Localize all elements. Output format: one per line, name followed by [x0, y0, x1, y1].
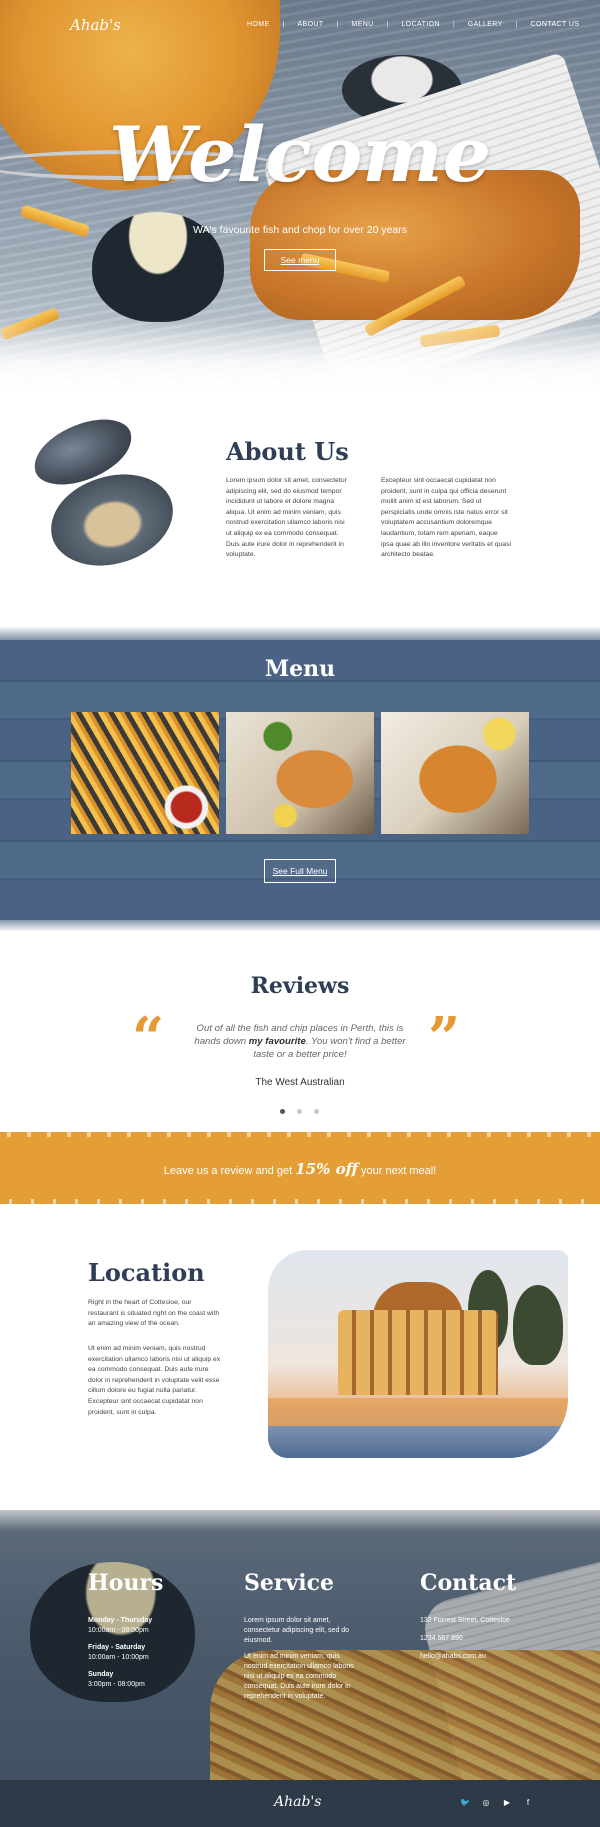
promo-text: Leave us a review and get 15% off your n… — [0, 1160, 600, 1178]
service-text: Lorem ipsum dolor sit amet, consectetur … — [244, 1616, 362, 1702]
nav-contact-us[interactable]: CONTACT US — [518, 21, 593, 28]
service-intro: Lorem ipsum dolor sit amet, consectetur … — [244, 1617, 350, 1644]
hours-title: Hours — [88, 1570, 164, 1596]
footer-logo[interactable]: Ahab's — [274, 1794, 321, 1810]
brand-logo[interactable]: Ahab's — [70, 16, 121, 34]
review-quote: Out of all the fish and chip places in P… — [190, 1022, 410, 1062]
close-quote-icon: ” — [428, 1005, 461, 1071]
service-title: Service — [244, 1570, 335, 1596]
facebook-icon[interactable]: f — [523, 1798, 533, 1808]
location-title: Location — [88, 1258, 205, 1287]
hours-day: Sunday — [88, 1671, 114, 1678]
hours-row: Sunday — [88, 1670, 208, 1680]
instagram-icon[interactable]: ◎ — [481, 1798, 491, 1808]
youtube-icon[interactable]: ▶ — [502, 1798, 512, 1808]
fries-with-sauce-photo[interactable] — [71, 712, 219, 834]
photo-tree — [513, 1285, 563, 1365]
review-source: The West Australian — [255, 1077, 345, 1088]
hours-list: Monday - Thursday 10:00am - 08:00pm Frid… — [88, 1616, 208, 1690]
location-text: Ut enim ad minim veniam, quis nostrud ex… — [88, 1345, 221, 1416]
nav-separator: | — [282, 21, 285, 28]
carousel-dot[interactable] — [280, 1109, 285, 1114]
photo-sea — [268, 1426, 568, 1458]
contact-details: 132 Forrest Street, Cottesloe 1234 567 8… — [420, 1616, 560, 1662]
about-title: About Us — [226, 437, 349, 466]
nav-separator: | — [386, 21, 389, 28]
hours-time: 10:00am - 10:00pm — [88, 1654, 149, 1661]
nav-separator: | — [452, 21, 455, 28]
about-text-col1: Lorem ipsum dolor sit amet, consectetur … — [226, 477, 347, 559]
review-carousel-dots — [280, 1109, 319, 1114]
carousel-dot[interactable] — [297, 1109, 302, 1114]
nav-separator: | — [336, 21, 339, 28]
nav-about[interactable]: ABOUT — [284, 21, 336, 28]
twitter-icon[interactable]: 🐦 — [460, 1798, 470, 1808]
fish-and-chips-plate-photo[interactable] — [226, 712, 374, 834]
about-text-col2: Excepteur sint occaecat cupidatat non pr… — [381, 477, 511, 559]
hours-day: Friday - Saturday — [88, 1644, 146, 1651]
nav-location[interactable]: LOCATION — [388, 21, 452, 28]
hours-time: 10:00am - 08:00pm — [88, 1627, 149, 1634]
promo-text-end: your next meal! — [357, 1165, 437, 1177]
nav-home[interactable]: HOME — [234, 21, 283, 28]
contact-phone[interactable]: 1234 567 890 — [420, 1634, 560, 1644]
contact-email[interactable]: hello@ahabs.com.au — [420, 1652, 560, 1662]
hours-time: 3:00pm - 08:00pm — [88, 1681, 145, 1688]
reviews-title: Reviews — [250, 973, 350, 999]
service-body: Ut enim ad minim veniam, quis nostrud ex… — [244, 1653, 354, 1700]
contact-address: 132 Forrest Street, Cottesloe — [420, 1617, 510, 1624]
nav-gallery[interactable]: GALLERY — [455, 21, 516, 28]
see-full-menu-button[interactable]: See Full Menu — [264, 859, 336, 883]
carousel-dot[interactable] — [314, 1109, 319, 1114]
open-quote-icon: “ — [132, 1005, 165, 1071]
nav-separator: | — [515, 21, 518, 28]
cottesloe-beach-photo — [268, 1250, 568, 1458]
promo-highlight: 15% off — [295, 1160, 358, 1178]
review-quote-emphasis: my favourite — [248, 1036, 306, 1048]
hours-row: Monday - Thursday — [88, 1616, 208, 1626]
hours-row: Friday - Saturday — [88, 1643, 208, 1653]
promo-text-start: Leave us a review and get — [163, 1165, 296, 1177]
see-menu-button[interactable]: See menu — [264, 249, 336, 271]
hours-day: Monday - Thursday — [88, 1617, 153, 1624]
main-nav: HOME | ABOUT | MENU | LOCATION | GALLERY… — [234, 21, 592, 28]
battered-fish-photo[interactable] — [381, 712, 529, 834]
nav-menu[interactable]: MENU — [338, 21, 386, 28]
hero-title: Welcome — [108, 110, 492, 199]
hero-tagline: WA's favourite fish and chop for over 20… — [192, 224, 408, 236]
brush-edge — [0, 320, 600, 390]
location-intro: Right in the heart of Cottesloe, our res… — [88, 1299, 220, 1328]
menu-title: Menu — [264, 656, 336, 682]
photo-pavilion — [338, 1310, 498, 1395]
contact-title: Contact — [420, 1570, 517, 1596]
